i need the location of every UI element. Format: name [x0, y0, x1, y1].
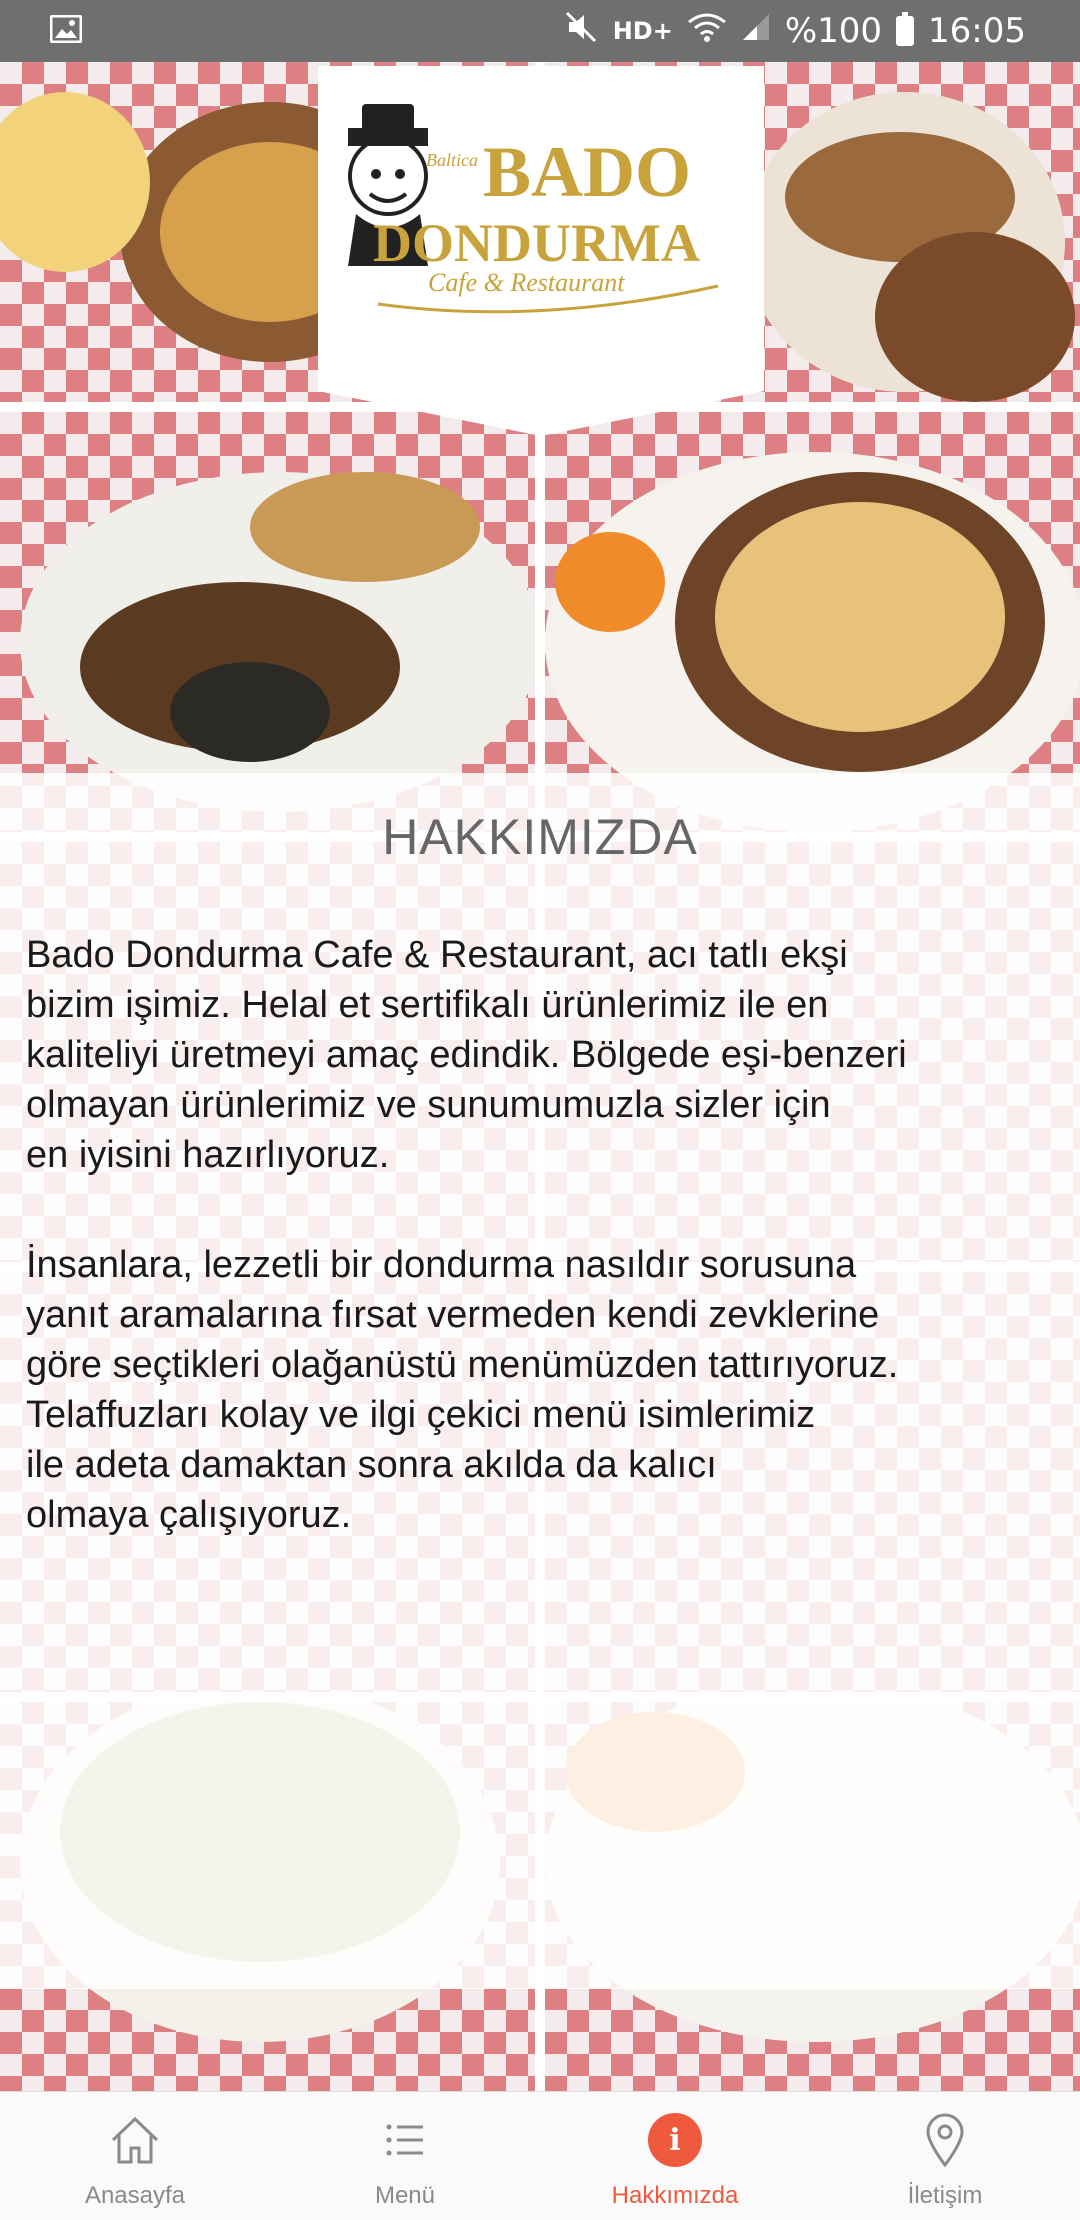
wifi-icon [687, 11, 727, 51]
logo-tagline: Cafe & Restaurant [428, 268, 625, 297]
battery-icon [896, 12, 915, 46]
bottom-navigation: Anasayfa Menü i Hakkımızda İletişim [0, 2091, 1080, 2220]
nav-label: İletişim [907, 2182, 983, 2209]
info-icon: i [648, 2108, 702, 2172]
about-text: Bado Dondurma Cafe & Restaurant, acı tat… [26, 930, 1056, 1600]
nav-item-home[interactable]: Anasayfa [0, 2092, 270, 2220]
logo-banner: Baltica BADO DONDURMA Cafe & Restaurant [318, 66, 764, 436]
clock: 16:05 [928, 11, 1026, 51]
page-title: HAKKIMIZDA [382, 809, 698, 865]
status-bar: HD+ %100 16:05 [0, 0, 1080, 62]
nav-label: Menü [374, 2182, 436, 2209]
logo-brand-small: Baltica [426, 150, 478, 170]
mute-icon [565, 11, 599, 52]
signal-icon [741, 11, 771, 51]
list-icon [385, 2108, 425, 2172]
about-paragraph: İnsanlara, lezzetli bir dondurma nasıldı… [26, 1244, 899, 1536]
food-photo [545, 412, 1080, 832]
location-pin-icon [925, 2108, 965, 2172]
image-icon [49, 14, 83, 48]
nav-label: Hakkımızda [611, 2182, 739, 2209]
food-photo [0, 412, 535, 832]
nav-item-menu[interactable]: Menü [270, 2092, 540, 2220]
nav-label: Anasayfa [84, 2182, 186, 2209]
home-icon [109, 2108, 161, 2172]
logo-brand-main: BADO [483, 132, 691, 212]
about-paragraph: Bado Dondurma Cafe & Restaurant, acı tat… [26, 934, 907, 1176]
nav-item-about[interactable]: i Hakkımızda [540, 2092, 810, 2220]
network-type-label: HD+ [612, 17, 673, 45]
nav-item-contact[interactable]: İletişim [810, 2092, 1080, 2220]
logo-brand-sub: DONDURMA [373, 213, 700, 273]
battery-percent: %100 [784, 11, 883, 51]
